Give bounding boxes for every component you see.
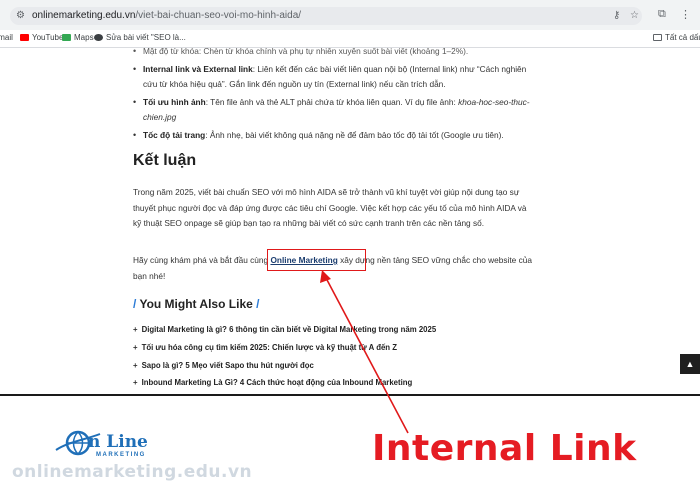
bookmark-star-icon[interactable]: ☆: [630, 10, 639, 21]
site-settings-icon[interactable]: ⚙: [16, 10, 25, 21]
logo-title: n Line: [88, 432, 148, 452]
divider: [0, 394, 700, 396]
bookmark-youtube[interactable]: YouTube: [20, 33, 63, 42]
related-item[interactable]: + Tối ưu hóa công cụ tìm kiếm 2025: Chiến…: [133, 343, 397, 352]
internal-link-label: Internal Link: [372, 428, 637, 469]
site-domain: onlinemarketing.edu.vn: [12, 462, 253, 482]
related-title: / You Might Also Like /: [133, 297, 260, 311]
arrow-up-icon: ▲: [685, 359, 695, 369]
related-item[interactable]: + Digital Marketing là gì? 6 thông tin cầ…: [133, 325, 436, 334]
youtube-icon: [20, 34, 29, 41]
bookmarks-bar: Gmail YouTube Maps Sửa bài viết "SEO là.…: [0, 30, 700, 48]
address-bar[interactable]: ⚙ onlinemarketing.edu.vn/viet-bai-chuan-…: [10, 7, 642, 25]
conclusion-heading: Kết luận: [133, 152, 197, 169]
bookmark-edit-post[interactable]: Sửa bài viết "SEO là...: [94, 33, 186, 42]
scroll-to-top-button[interactable]: ▲: [680, 354, 700, 374]
url-text[interactable]: onlinemarketing.edu.vn/viet-bai-chuan-se…: [32, 10, 301, 21]
related-item[interactable]: + Inbound Marketing Là Gì? 4 Cách thức ho…: [133, 378, 412, 387]
logo-subtitle: MARKETING: [96, 452, 146, 458]
link-highlight-box: [267, 249, 366, 271]
maps-icon: [62, 34, 71, 41]
bullet-internal-external: Internal link và External link: Liên kết…: [133, 62, 538, 92]
password-key-icon[interactable]: ⚷: [613, 10, 620, 21]
folder-icon: [653, 34, 662, 41]
related-item[interactable]: + Sapo là gì? 5 Mẹo viết Sapo thu hút ngư…: [133, 361, 314, 370]
wordpress-icon: [94, 34, 103, 41]
bullet-image-optimization: Tối ưu hình ảnh: Tên file ảnh và thẻ ALT…: [133, 95, 538, 125]
menu-icon[interactable]: ⋮: [680, 8, 691, 21]
page-content: Mật độ từ khóa: Chèn từ khóa chính và ph…: [0, 48, 700, 394]
bullet-page-speed: Tốc độ tải trang: Ảnh nhẹ, bài viết khôn…: [133, 128, 538, 143]
conclusion-paragraph: Trong năm 2025, viết bài chuẩn SEO với m…: [133, 187, 527, 228]
all-bookmarks[interactable]: Tất cả dấu tr: [653, 33, 700, 42]
browser-toolbar: ⚙ onlinemarketing.edu.vn/viet-bai-chuan-…: [0, 0, 700, 30]
bullet-keyword-density: Mật độ từ khóa: Chèn từ khóa chính và ph…: [133, 48, 538, 59]
bookmark-gmail[interactable]: Gmail: [0, 33, 13, 42]
bookmark-maps[interactable]: Maps: [62, 33, 94, 42]
extensions-icon[interactable]: ⧉: [658, 8, 666, 21]
